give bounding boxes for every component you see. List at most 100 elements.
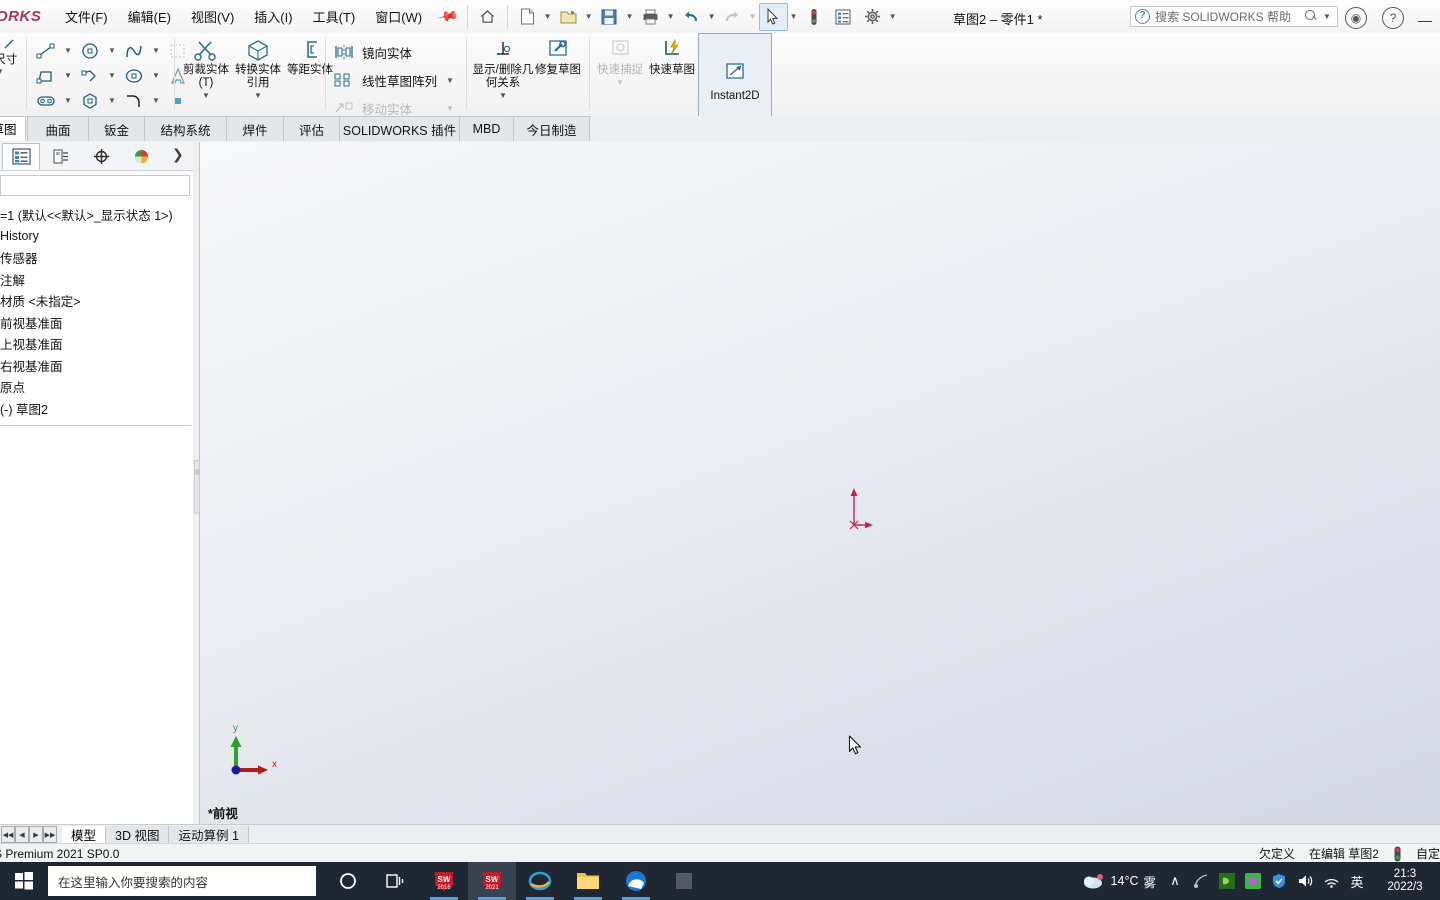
- feature-manager-more-icon[interactable]: ❯: [172, 146, 184, 163]
- feature-manager-tree-tab[interactable]: [2, 142, 40, 170]
- trim-entities-button[interactable]: 剪裁实体(T) ▼: [180, 33, 232, 101]
- new-document-caret[interactable]: ▼: [542, 4, 554, 30]
- tab-nav-prev[interactable]: ◀: [15, 826, 29, 843]
- account-circle-icon[interactable]: ◉: [1345, 7, 1367, 29]
- menu-tools[interactable]: 工具(T): [304, 2, 365, 31]
- select-arrow-icon[interactable]: [758, 2, 788, 31]
- print-icon[interactable]: [636, 3, 665, 31]
- tab-nav-next[interactable]: ▶: [29, 826, 43, 843]
- tab-surfaces[interactable]: 曲面: [27, 116, 89, 141]
- menu-file[interactable]: 文件(F): [56, 2, 117, 31]
- rectangle-icon[interactable]: [30, 63, 62, 89]
- tree-item-top-plane[interactable]: 上视基准面: [0, 333, 193, 355]
- tree-item-origin[interactable]: 原点: [0, 376, 193, 398]
- tree-item-part-root[interactable]: =1 (默认<<默认>_显示状态 1>): [0, 204, 193, 226]
- options-list-icon[interactable]: [829, 3, 858, 31]
- line-icon[interactable]: [30, 38, 62, 64]
- tray-wifi-icon[interactable]: [1318, 862, 1344, 900]
- polygon-edit-caret[interactable]: ▼: [106, 63, 118, 89]
- gear-settings-caret[interactable]: ▼: [887, 4, 899, 30]
- undo-caret[interactable]: ▼: [706, 4, 718, 30]
- tray-ime-icon[interactable]: 英: [1344, 862, 1370, 900]
- graphics-area[interactable]: y x *前视: [200, 142, 1440, 824]
- fillet-arc-icon[interactable]: [118, 88, 150, 114]
- spline-caret[interactable]: ▼: [150, 38, 162, 64]
- repair-sketch-button[interactable]: 修复草图: [534, 33, 582, 78]
- tab-evaluate[interactable]: 评估: [283, 116, 340, 141]
- circle-icon[interactable]: [74, 38, 106, 64]
- display-delete-relations-button[interactable]: 显示/删除几何关系 ▼: [472, 33, 534, 101]
- save-icon[interactable]: [595, 3, 624, 31]
- slot-caret[interactable]: ▼: [62, 88, 74, 114]
- status-custom[interactable]: 自定: [1416, 845, 1440, 862]
- tree-item-sketch2[interactable]: (-) 草图2: [0, 398, 193, 420]
- linear-sketch-pattern-button[interactable]: 线性草图阵列 ▼: [330, 66, 460, 94]
- quick-snaps-button[interactable]: 快速捕捉 ▼: [594, 33, 646, 88]
- tab-sketch[interactable]: 草图: [0, 116, 26, 141]
- offset-entities-button[interactable]: 等距实体: [284, 33, 336, 78]
- weather-widget[interactable]: 14°C 雾: [1082, 872, 1156, 891]
- rebuild-icon[interactable]: [800, 3, 829, 31]
- tray-volume-icon[interactable]: [1292, 862, 1318, 900]
- instant2d-button[interactable]: Instant2D: [698, 33, 772, 117]
- taskbar-quark-browser[interactable]: [612, 862, 660, 900]
- display-delete-relations-caret[interactable]: ▼: [499, 91, 507, 100]
- tab-structure-system[interactable]: 结构系统: [144, 116, 227, 141]
- taskbar-internet-explorer[interactable]: [516, 862, 564, 900]
- tree-item-material[interactable]: 材质 <未指定>: [0, 290, 193, 312]
- tab-manufacturing-today[interactable]: 今日制造: [513, 116, 590, 141]
- home-icon[interactable]: [473, 3, 502, 31]
- taskbar-solidworks-2016[interactable]: SW 2016: [420, 862, 468, 900]
- open-folder-caret[interactable]: ▼: [583, 4, 595, 30]
- menu-insert[interactable]: 插入(I): [245, 2, 301, 31]
- tree-item-annotations[interactable]: 注解: [0, 269, 193, 291]
- tray-overflow-chevron-icon[interactable]: ∧: [1162, 862, 1188, 900]
- new-document-icon[interactable]: [513, 3, 542, 31]
- tray-antivirus-icon[interactable]: [1240, 862, 1266, 900]
- taskbar-file-explorer[interactable]: [564, 862, 612, 900]
- help-search-box[interactable]: ? 搜索 SOLIDWORKS 帮助 ▼: [1130, 6, 1338, 27]
- tab-mbd[interactable]: MBD: [459, 116, 514, 141]
- tab-weldments[interactable]: 焊件: [226, 116, 284, 141]
- line-caret[interactable]: ▼: [62, 38, 74, 64]
- taskbar-solidworks-2021[interactable]: SW 2021: [468, 862, 516, 900]
- convert-entities-caret[interactable]: ▼: [254, 91, 262, 100]
- polygon-edit-icon[interactable]: [74, 63, 106, 89]
- menu-view[interactable]: 视图(V): [182, 2, 243, 31]
- bottom-tab-3d-views[interactable]: 3D 视图: [106, 825, 170, 844]
- menu-edit[interactable]: 编辑(E): [119, 2, 180, 31]
- gear-settings-icon[interactable]: [858, 3, 887, 31]
- tray-nvidia-icon[interactable]: [1214, 862, 1240, 900]
- menu-window[interactable]: 窗口(W): [366, 2, 431, 31]
- feature-tree-filter-input[interactable]: [0, 175, 190, 196]
- select-caret[interactable]: ▼: [788, 4, 800, 30]
- trim-entities-caret[interactable]: ▼: [202, 91, 210, 100]
- spline-icon[interactable]: [118, 38, 150, 64]
- rebuild-indicator-icon[interactable]: [1393, 846, 1402, 862]
- tree-item-history[interactable]: History: [0, 226, 193, 248]
- taskbar-search-input[interactable]: 在这里输入你要搜索的内容: [48, 866, 316, 896]
- help-circle-icon[interactable]: ?: [1382, 7, 1404, 29]
- quick-snaps-caret[interactable]: ▼: [616, 78, 624, 87]
- slot-icon[interactable]: [30, 88, 62, 114]
- tree-item-right-plane[interactable]: 右视基准面: [0, 355, 193, 377]
- search-icon[interactable]: [1305, 10, 1318, 23]
- ellipse-caret[interactable]: ▼: [150, 63, 162, 89]
- tab-nav-last[interactable]: ▶▶: [43, 826, 57, 843]
- task-view-icon[interactable]: [372, 862, 420, 900]
- pin-icon[interactable]: 📌: [436, 5, 459, 29]
- rectangle-caret[interactable]: ▼: [62, 63, 74, 89]
- taskbar-clock[interactable]: 21:3 2022/3: [1370, 868, 1440, 894]
- bottom-tab-motion-study-1[interactable]: 运动算例 1: [169, 825, 249, 844]
- help-search-caret[interactable]: ▼: [1321, 9, 1333, 25]
- display-manager-tab[interactable]: [122, 143, 160, 170]
- bottom-tab-model[interactable]: 模型: [62, 825, 107, 844]
- tree-item-sensors[interactable]: 传感器: [0, 247, 193, 269]
- tab-sheet-metal[interactable]: 钣金: [88, 116, 145, 141]
- undo-icon[interactable]: [677, 3, 706, 31]
- fillet-arc-caret[interactable]: ▼: [150, 88, 162, 114]
- property-manager-tab[interactable]: [42, 143, 80, 170]
- panel-splitter[interactable]: [193, 142, 200, 824]
- redo-caret[interactable]: ▼: [747, 4, 759, 30]
- minimize-button[interactable]: —: [1414, 12, 1436, 28]
